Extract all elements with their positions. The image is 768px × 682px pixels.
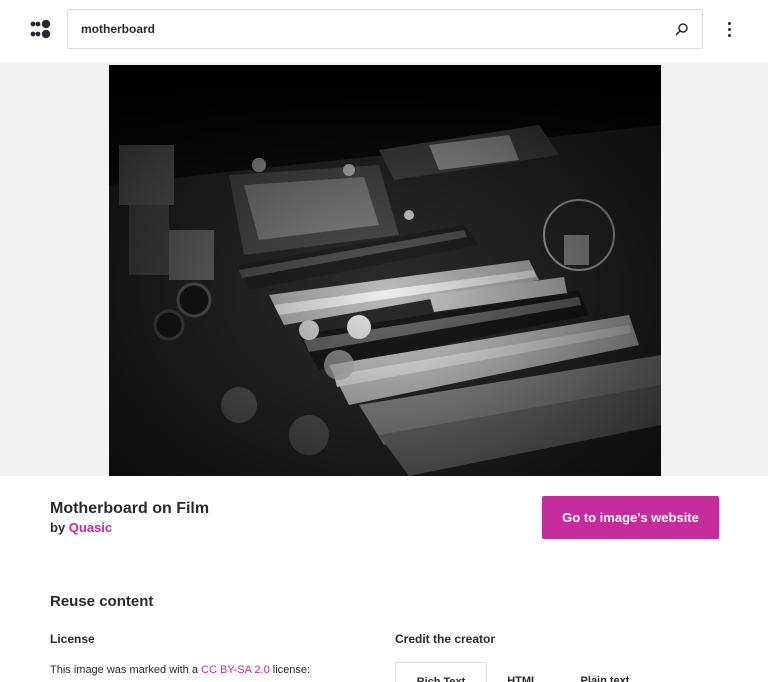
main-image[interactable] xyxy=(109,65,661,476)
search-query-text[interactable]: motherboard xyxy=(81,22,155,36)
search-icon[interactable] xyxy=(675,22,689,36)
tab-plain-text[interactable]: Plain text xyxy=(565,662,645,682)
more-vertical-icon[interactable] xyxy=(720,18,738,40)
license-link[interactable]: CC BY-SA 2.0 xyxy=(201,664,270,676)
license-text-after: license: xyxy=(269,664,311,676)
reuse-content-heading: Reuse content xyxy=(50,593,154,610)
byline-prefix: by xyxy=(50,520,66,535)
motherboard-photo xyxy=(109,65,661,476)
creator-byline: by Quasic xyxy=(50,520,112,535)
license-heading: License xyxy=(50,632,95,646)
creator-link[interactable]: Quasic xyxy=(69,520,112,535)
image-title: Motherboard on Film xyxy=(50,500,210,517)
license-text-before: This image was marked with a xyxy=(50,664,201,676)
credit-format-tabs: Rich Text HTML Plain text xyxy=(395,662,695,682)
go-to-website-button[interactable]: Go to image's website xyxy=(542,496,719,539)
license-text: This image was marked with a CC BY-SA 2.… xyxy=(50,664,310,676)
credit-heading: Credit the creator xyxy=(395,632,496,646)
openverse-logo-icon[interactable] xyxy=(30,19,52,39)
search-input[interactable]: motherboard xyxy=(67,9,703,49)
image-viewer xyxy=(0,62,768,476)
header: motherboard xyxy=(0,0,768,62)
tab-rich-text[interactable]: Rich Text xyxy=(395,662,487,682)
tab-html[interactable]: HTML xyxy=(495,662,550,682)
